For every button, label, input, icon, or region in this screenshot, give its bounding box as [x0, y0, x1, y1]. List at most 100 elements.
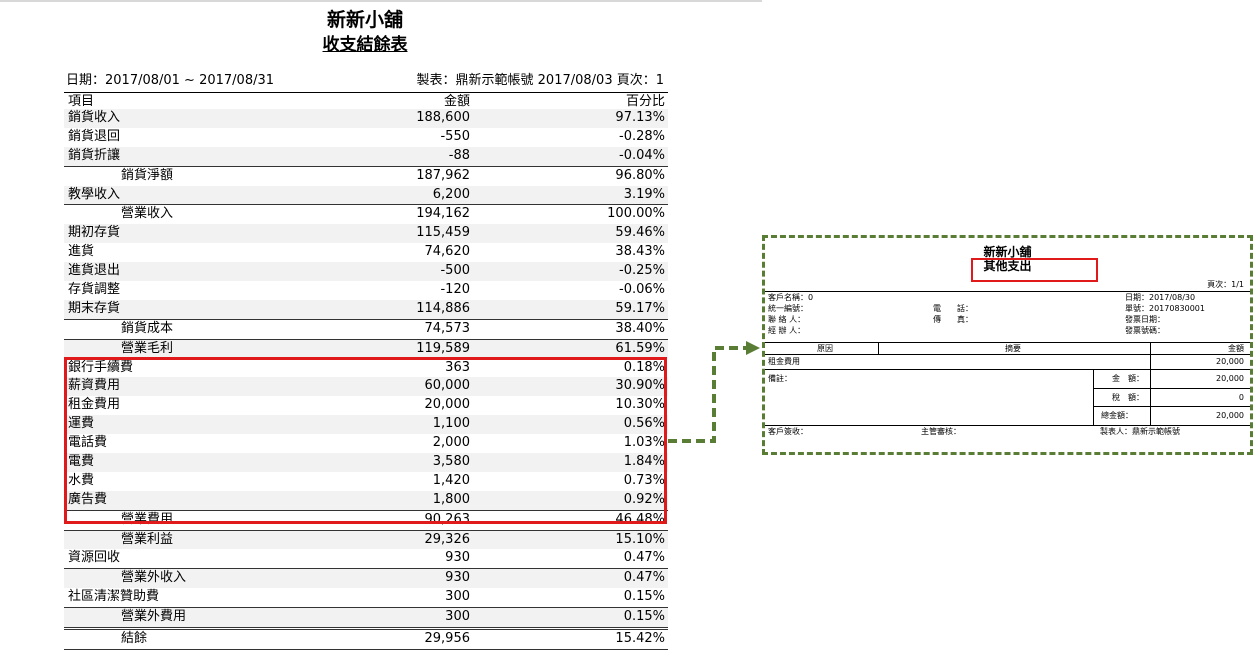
row-amount: 29,326	[424, 531, 471, 547]
report-row: 銷貨收入 188,600 97.13%	[64, 109, 668, 128]
report-row: 銷貨退回 -550 -0.28%	[64, 128, 668, 147]
grid-line	[765, 342, 1250, 343]
connector-arrowhead	[746, 341, 760, 355]
row-percent: 38.40%	[615, 320, 665, 336]
header-amount: 金額	[443, 94, 470, 109]
row-percent: 0.15%	[623, 609, 665, 625]
row-percent: 97.13%	[615, 110, 665, 125]
report-row: 進貨退出 -500 -0.25%	[64, 262, 668, 282]
row-amount: -550	[440, 128, 470, 144]
row-amount: 300	[445, 609, 470, 625]
grid-line	[765, 369, 1250, 370]
report-row: 銷貨折讓 -88 -0.04%	[64, 146, 668, 166]
row-amount: 194,162	[416, 206, 470, 222]
row-item-name: 期初存貨	[68, 225, 121, 241]
row-item-name: 營業利益	[121, 531, 174, 547]
voucher-invoice-no: 發票號碼：	[1125, 326, 1165, 335]
row-item-name: 營業外收入	[121, 570, 187, 586]
connector-arrow	[668, 341, 760, 443]
report-meta: 日期：2017/08/01 ~ 2017/08/31 製表：鼎新示範帳號 201…	[66, 71, 664, 90]
grid-line	[1093, 388, 1250, 389]
voucher-total-value: 20,000	[1216, 411, 1244, 420]
row-item-name: 進貨退出	[68, 263, 121, 279]
row-amount: 115,459	[416, 225, 470, 241]
row-amount: 930	[445, 570, 470, 586]
voucher-page: 頁次：1/1	[1207, 280, 1244, 289]
row-percent: -0.04%	[619, 147, 665, 163]
report-company: 新新小舖	[326, 9, 403, 31]
header-percent: 百分比	[625, 94, 665, 109]
report-row: 營業利益 29,326 15.10%	[64, 529, 668, 550]
report-row: 營業毛利 119,589 61.59%	[64, 338, 668, 359]
row-percent: 100.00%	[607, 206, 665, 222]
row-item-name: 營業收入	[121, 206, 174, 222]
voucher-total-label: 總金額：	[1101, 411, 1133, 420]
grid-line	[878, 342, 879, 354]
report-row: 銷貨成本 74,573 38.40%	[64, 318, 668, 339]
row-percent: 15.42%	[615, 631, 665, 647]
row-amount: 114,886	[416, 300, 470, 316]
row-amount: -500	[440, 263, 470, 279]
voucher-phone: 電 話：	[933, 304, 973, 313]
header-item: 項目	[68, 94, 95, 109]
voucher-col-summary: 摘要	[1005, 344, 1021, 353]
report-row: 教學收入 6,200 3.19%	[64, 185, 668, 205]
report-title-wrap: 收支結餘表	[62, 32, 668, 58]
voucher-line-item: 租金費用	[768, 357, 800, 366]
row-amount: 188,600	[416, 110, 470, 125]
row-amount: 187,962	[416, 167, 470, 183]
report-row: 進貨 74,620 38.43%	[64, 243, 668, 262]
expense-voucher: 新新小舖 其他支出 頁次：1/1 客戶名稱：0 統一編號： 聯 絡 人： 經 辦…	[762, 235, 1253, 455]
row-percent: 0.47%	[623, 550, 665, 566]
row-percent: 59.46%	[615, 225, 665, 241]
voucher-sign-maker: 製表人：鼎新示範帳號	[1100, 427, 1180, 436]
voucher-sign-customer: 客戶簽收：	[768, 427, 808, 436]
row-percent: 3.19%	[623, 186, 665, 202]
voucher-invoice-date: 發票日期：	[1125, 315, 1165, 324]
connector-line	[668, 346, 748, 443]
report-row: 營業外費用 300 0.15%	[64, 607, 668, 628]
row-percent: 0.15%	[623, 589, 665, 605]
row-amount: 300	[445, 589, 470, 605]
report-row: 營業外收入 930 0.47%	[64, 568, 668, 589]
voucher-tax-value: 0	[1238, 393, 1244, 402]
row-item-name: 資源回收	[68, 550, 121, 566]
report-row: 期初存貨 115,459 59.46%	[64, 224, 668, 244]
report-maker-info: 製表：鼎新示範帳號 2017/08/03 頁次：1	[416, 73, 664, 88]
voucher-tax-id: 統一編號：	[768, 304, 808, 313]
voucher-remarks: 備註：	[768, 374, 792, 383]
grid-line	[1093, 369, 1094, 425]
voucher-customer-name: 客戶名稱：0	[768, 293, 814, 302]
voucher-fax: 傳 真：	[933, 315, 973, 324]
report-row: 存貨調整 -120 -0.06%	[64, 281, 668, 300]
voucher-amount-value: 20,000	[1216, 374, 1244, 383]
voucher-divider-top	[765, 291, 1250, 292]
voucher-line-amount: 20,000	[1216, 357, 1244, 366]
row-percent: 38.43%	[615, 244, 665, 260]
row-item-name: 存貨調整	[68, 282, 121, 298]
report-row: 銷貨淨額 187,962 96.80%	[64, 165, 668, 186]
row-item-name: 營業外費用	[121, 609, 187, 625]
row-item-name: 進貨	[68, 244, 95, 260]
grid-line	[1150, 369, 1151, 425]
row-percent: 15.10%	[615, 531, 665, 547]
row-amount: -120	[440, 282, 470, 298]
grid-line	[765, 354, 1250, 355]
row-item-name: 銷貨退回	[68, 128, 121, 144]
voucher-tax-label: 稅 額：	[1112, 393, 1144, 402]
top-divider	[0, 0, 762, 2]
row-amount: 6,200	[432, 186, 470, 202]
row-item-name: 教學收入	[68, 186, 121, 202]
report-row: 社區清潔贊助費 300 0.15%	[64, 588, 668, 607]
report-row: 期末存貨 114,886 59.17%	[64, 299, 668, 319]
voucher-sign-manager: 主管審核：	[921, 427, 961, 436]
row-item-name: 銷貨折讓	[68, 147, 121, 163]
row-item-name: 銷貨收入	[68, 110, 121, 125]
grid-line	[1150, 342, 1151, 369]
row-item-name: 銷貨淨額	[121, 167, 174, 183]
income-statement-report: 新新小舖 收支結餘表 日期：2017/08/01 ~ 2017/08/31 製表…	[62, 8, 668, 650]
row-item-name: 營業毛利	[121, 340, 174, 356]
voucher-col-reason: 原因	[817, 344, 833, 353]
row-percent: 61.59%	[615, 340, 665, 356]
voucher-amount-label: 金 額：	[1112, 374, 1144, 383]
